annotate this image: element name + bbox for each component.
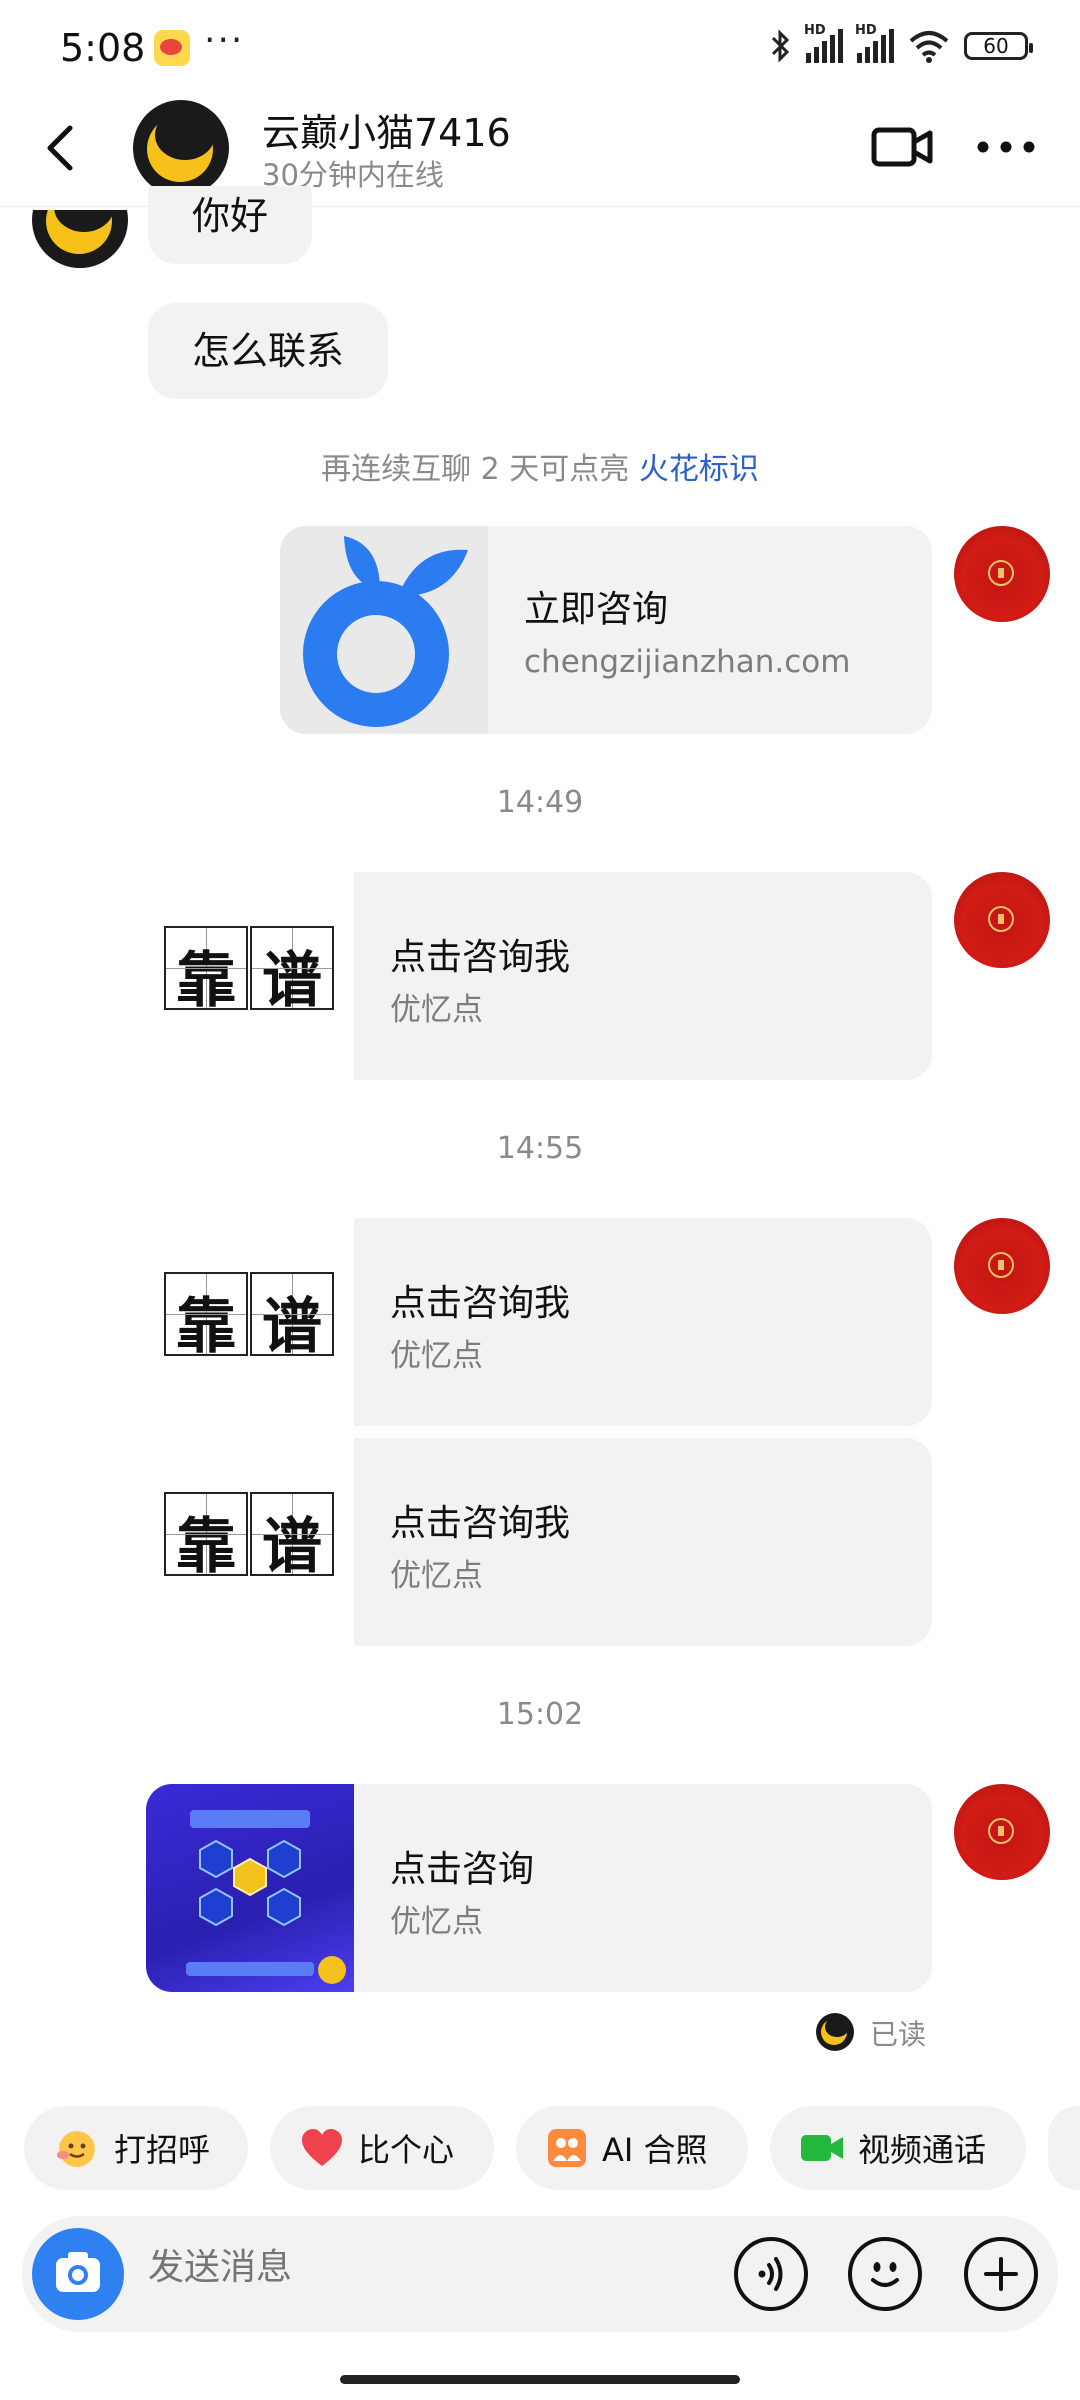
wave-hand-emoji-icon bbox=[57, 2131, 95, 2167]
voice-icon bbox=[758, 2257, 783, 2291]
my-avatar-seal[interactable] bbox=[954, 1784, 1050, 1880]
promo-thumbnail bbox=[146, 1784, 354, 1992]
status-bar: 5:08 ··· HD HD 60 bbox=[0, 0, 1080, 90]
kaopu-thumbnail: 靠 谱 bbox=[146, 1218, 354, 1426]
card-subtitle: 优忆点 bbox=[390, 1558, 483, 1594]
bluetooth-icon bbox=[771, 29, 790, 63]
spark-hint-text: 再连续互聊 2 天可点亮 bbox=[321, 452, 639, 487]
quick-reply-video-call[interactable]: 视频通话 bbox=[770, 2106, 1026, 2190]
card-title: 点击咨询 bbox=[390, 1849, 535, 1890]
status-indicators: HD HD 60 bbox=[770, 23, 1033, 64]
message-input-bar bbox=[22, 2216, 1058, 2332]
video-camera-icon bbox=[801, 2135, 843, 2161]
card-title: 点击咨询我 bbox=[390, 1283, 571, 1324]
timestamp: 14:49 bbox=[496, 785, 584, 820]
voice-button[interactable] bbox=[734, 2237, 808, 2311]
kaopu-thumbnail: 靠 谱 bbox=[146, 872, 354, 1080]
weibo-app-icon bbox=[154, 30, 190, 66]
card-title: 点击咨询我 bbox=[390, 1503, 571, 1544]
more-notifications-icon: ··· bbox=[204, 20, 245, 61]
card-subtitle: 优忆点 bbox=[390, 992, 483, 1028]
ai-photo-icon bbox=[548, 2129, 586, 2167]
my-avatar-seal[interactable] bbox=[954, 1218, 1050, 1314]
quick-reply-heart[interactable]: 比个心 bbox=[270, 2106, 494, 2190]
add-button[interactable] bbox=[964, 2237, 1038, 2311]
back-arrow-icon[interactable] bbox=[40, 122, 80, 174]
quick-reply-label: 视频通话 bbox=[858, 2131, 987, 2169]
my-avatar-seal[interactable] bbox=[954, 526, 1050, 622]
message-input[interactable] bbox=[146, 2246, 590, 2289]
smiley-icon bbox=[871, 2262, 899, 2287]
plus-icon bbox=[984, 2257, 1018, 2291]
consult-card[interactable]: 靠 谱 点击咨询我 优忆点 bbox=[146, 1438, 932, 1646]
quick-reply-greet[interactable]: 打招呼 bbox=[24, 2106, 248, 2190]
heart-icon bbox=[302, 2129, 342, 2166]
contact-name[interactable]: 云巅小猫7416 bbox=[262, 102, 511, 157]
quick-reply-more[interactable] bbox=[1048, 2106, 1080, 2190]
consult-card[interactable]: 靠 谱 点击咨询我 优忆点 bbox=[146, 1218, 932, 1426]
more-options-icon[interactable] bbox=[975, 132, 1037, 162]
quick-reply-label: 打招呼 bbox=[114, 2131, 211, 2169]
consult-card[interactable]: 靠 谱 点击咨询我 优忆点 bbox=[146, 872, 932, 1080]
link-card-title: 立即咨询 bbox=[524, 589, 669, 630]
wifi-icon bbox=[909, 31, 949, 63]
spark-link[interactable]: 火花标识 bbox=[639, 452, 759, 487]
emoji-button[interactable] bbox=[848, 2237, 922, 2311]
battery-icon: 60 bbox=[964, 32, 1033, 60]
signal-icon-2: HD bbox=[855, 23, 894, 63]
contact-avatar[interactable] bbox=[133, 100, 229, 196]
camera-icon bbox=[56, 2252, 100, 2292]
orange-logo-thumbnail bbox=[280, 526, 488, 734]
orange-logo-icon bbox=[303, 536, 468, 727]
spark-hint: 再连续互聊 2 天可点亮 火花标识 bbox=[0, 444, 1080, 488]
card-subtitle: 优忆点 bbox=[390, 1904, 483, 1940]
card-title: 点击咨询我 bbox=[390, 937, 571, 978]
consult-card[interactable]: 点击咨询 优忆点 bbox=[146, 1784, 932, 1992]
timestamp: 15:02 bbox=[496, 1697, 584, 1732]
quick-reply-label: AI 合照 bbox=[602, 2131, 708, 2169]
quick-reply-ai-photo[interactable]: AI 合照 bbox=[516, 2106, 748, 2190]
message-bubble[interactable]: 怎么联系 bbox=[148, 303, 389, 399]
timestamp: 14:55 bbox=[496, 1131, 584, 1166]
read-receipt-avatar bbox=[816, 2013, 854, 2051]
home-indicator[interactable] bbox=[340, 2375, 740, 2384]
signal-icon: HD bbox=[804, 23, 843, 63]
read-status: 已读 bbox=[870, 2018, 927, 2051]
link-card-url: chengzijianzhan.com bbox=[524, 644, 851, 680]
kaopu-thumbnail: 靠 谱 bbox=[146, 1438, 354, 1646]
quick-reply-label: 比个心 bbox=[358, 2131, 455, 2169]
video-call-icon[interactable] bbox=[870, 120, 934, 174]
hexagon-grid-icon bbox=[186, 1810, 346, 1984]
my-avatar-seal[interactable] bbox=[954, 872, 1050, 968]
card-subtitle: 优忆点 bbox=[390, 1338, 483, 1374]
status-time: 5:08 bbox=[60, 26, 146, 70]
link-card[interactable]: 立即咨询 chengzijianzhan.com bbox=[280, 526, 932, 734]
camera-button[interactable] bbox=[32, 2228, 124, 2320]
